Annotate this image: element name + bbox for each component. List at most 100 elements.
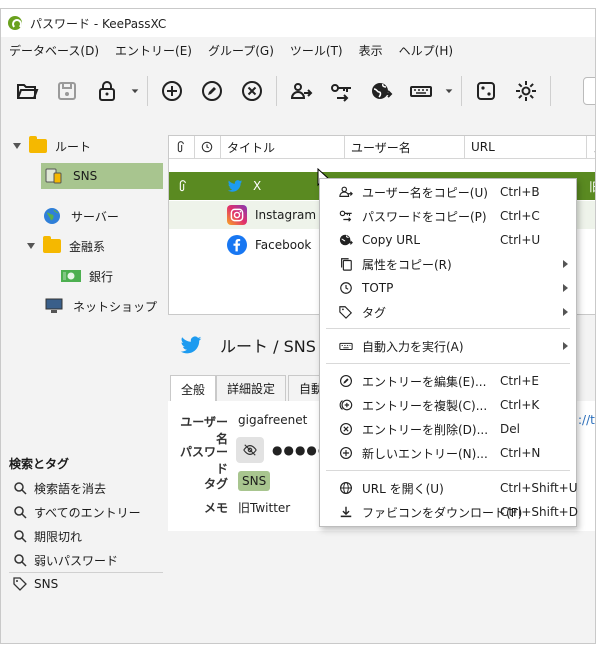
collapse-caret-icon[interactable] [13, 143, 21, 149]
menu-item-open-url[interactable]: URL を開く(U) Ctrl+Shift+U [320, 476, 578, 500]
menu-item-totp[interactable]: TOTP [320, 276, 576, 300]
search-icon [14, 482, 27, 495]
tree-item-sns[interactable]: SNS [41, 163, 163, 189]
menu-item-shortcut: Ctrl+B [500, 185, 540, 199]
preview-header: ルート / SNS / X [176, 329, 342, 361]
tab-general[interactable]: 全般 [170, 375, 217, 402]
menu-item-shortcut: Del [500, 422, 520, 436]
menu-item-edit-entry[interactable]: エントリーを編集(E)... Ctrl+E [320, 369, 576, 393]
menu-view[interactable]: 表示 [351, 42, 391, 59]
menu-separator [326, 363, 570, 364]
tree-item-label: サーバー [71, 209, 119, 224]
auto-type-icon[interactable] [401, 71, 441, 111]
money-icon [61, 269, 81, 283]
attachment-column-header[interactable] [169, 136, 195, 158]
menu-item-label: タグ [362, 305, 387, 320]
save-database-icon[interactable] [47, 71, 87, 111]
search-item-label: 弱いパスワード [34, 553, 119, 568]
tree-item-server[interactable]: サーバー [43, 203, 119, 229]
search-icon [14, 554, 27, 567]
copy-password-icon [338, 208, 354, 224]
tree-item-netshop[interactable]: ネットショップ [45, 293, 157, 319]
menu-item-label: TOTP [362, 281, 394, 295]
tree-item-label: ネットショップ [73, 299, 158, 314]
menu-item-download-favicon[interactable]: ファビコンをダウンロード(F) Ctrl+Shift+D [320, 500, 578, 524]
toggle-password-visibility-button[interactable] [236, 437, 264, 463]
search-input[interactable] [583, 77, 595, 105]
keyboard-icon [338, 338, 354, 354]
add-entry-icon[interactable] [152, 71, 192, 111]
devices-icon [45, 167, 63, 185]
search-all-entries[interactable]: すべてのエントリー [13, 501, 141, 523]
toolbar-separator [461, 76, 462, 106]
search-clear[interactable]: 検索語を消去 [13, 477, 106, 499]
username-value[interactable]: gigafreenet [238, 413, 307, 427]
lock-database-icon[interactable] [87, 71, 127, 111]
url-link-fragment[interactable]: ://tw [578, 413, 595, 427]
tree-item-root[interactable]: ルート [13, 133, 91, 159]
search-item-label: すべてのエントリー [34, 505, 141, 520]
dropdown-icon[interactable] [441, 71, 457, 111]
entry-notes-fragment: 旧 [589, 178, 595, 195]
tree-item-finance[interactable]: 金融系 [27, 233, 105, 259]
menu-item-label: 自動入力を実行(A) [362, 339, 464, 354]
menu-database[interactable]: データベース(D) [1, 42, 107, 59]
search-expired[interactable]: 期限切れ [13, 525, 82, 547]
dropdown-icon[interactable] [127, 71, 143, 111]
password-generator-icon[interactable] [466, 71, 506, 111]
tag-sns[interactable]: SNS [13, 573, 58, 595]
menu-group[interactable]: グループ(G) [200, 42, 282, 59]
url-column-header[interactable]: URL [465, 136, 587, 158]
menu-item-new-entry[interactable]: 新しいエントリー(N)... Ctrl+N [320, 441, 576, 465]
search-icon [14, 506, 27, 519]
clock-icon [338, 280, 354, 296]
menu-item-copy-password[interactable]: パスワードをコピー(P) Ctrl+C [320, 204, 576, 228]
menu-item-label: 属性をコピー(R) [362, 257, 452, 272]
tree-item-label: SNS [73, 169, 98, 183]
open-url-icon[interactable] [361, 71, 401, 111]
submenu-arrow-icon [563, 342, 568, 350]
download-icon [338, 504, 354, 520]
menu-item-shortcut: Ctrl+N [500, 446, 541, 460]
username-column-header[interactable]: ユーザー名 [345, 136, 465, 158]
keepassxc-logo-icon [8, 16, 22, 30]
notes-column-header[interactable]: メ [587, 136, 595, 158]
monitor-icon [45, 298, 63, 314]
menu-item-auto-type[interactable]: 自動入力を実行(A) [320, 334, 576, 358]
menu-separator [326, 328, 570, 329]
menu-item-shortcut: Ctrl+C [500, 209, 540, 223]
menu-item-clone-entry[interactable]: エントリーを複製(C)... Ctrl+K [320, 393, 576, 417]
menu-item-shortcut: Ctrl+Shift+U [500, 481, 578, 495]
tree-item-label: ルート [55, 139, 92, 154]
password-label: パスワード [179, 445, 228, 476]
title-column-header[interactable]: タイトル [221, 136, 345, 158]
entry-title: X [253, 179, 262, 193]
settings-icon[interactable] [506, 71, 546, 111]
title-bar: パスワード - KeePassXC [1, 9, 595, 37]
menu-entry[interactable]: エントリー(E) [107, 42, 200, 59]
menu-item-copy-url[interactable]: Copy URL Ctrl+U [320, 228, 576, 252]
tree-item-bank[interactable]: 銀行 [61, 263, 113, 289]
menu-help[interactable]: ヘルプ(H) [391, 42, 461, 59]
tab-advanced[interactable]: 詳細設定 [216, 375, 287, 401]
delete-entry-icon[interactable] [232, 71, 272, 111]
globe-icon [43, 207, 61, 225]
menu-item-copy-username[interactable]: ユーザー名をコピー(U) Ctrl+B [320, 180, 576, 204]
open-database-icon[interactable] [7, 71, 47, 111]
username-label: ユーザー名 [180, 415, 228, 446]
tree-item-label: 金融系 [69, 239, 106, 254]
menu-item-copy-attribute[interactable]: 属性をコピー(R) [320, 252, 576, 276]
menu-item-tags[interactable]: タグ [320, 300, 576, 324]
collapse-caret-icon[interactable] [27, 243, 35, 249]
menu-tools[interactable]: ツール(T) [282, 42, 351, 59]
copy-username-icon[interactable] [281, 71, 321, 111]
submenu-arrow-icon [563, 260, 568, 268]
copy-password-icon[interactable] [321, 71, 361, 111]
paperclip-icon [179, 179, 186, 191]
search-weak-passwords[interactable]: 弱いパスワード [13, 549, 118, 571]
window-title: パスワード - KeePassXC [30, 16, 167, 31]
expiry-column-header[interactable] [195, 136, 221, 158]
menu-item-delete-entry[interactable]: エントリーを削除(D)... Del [320, 417, 576, 441]
edit-entry-icon[interactable] [192, 71, 232, 111]
menu-item-shortcut: Ctrl+E [500, 374, 539, 388]
